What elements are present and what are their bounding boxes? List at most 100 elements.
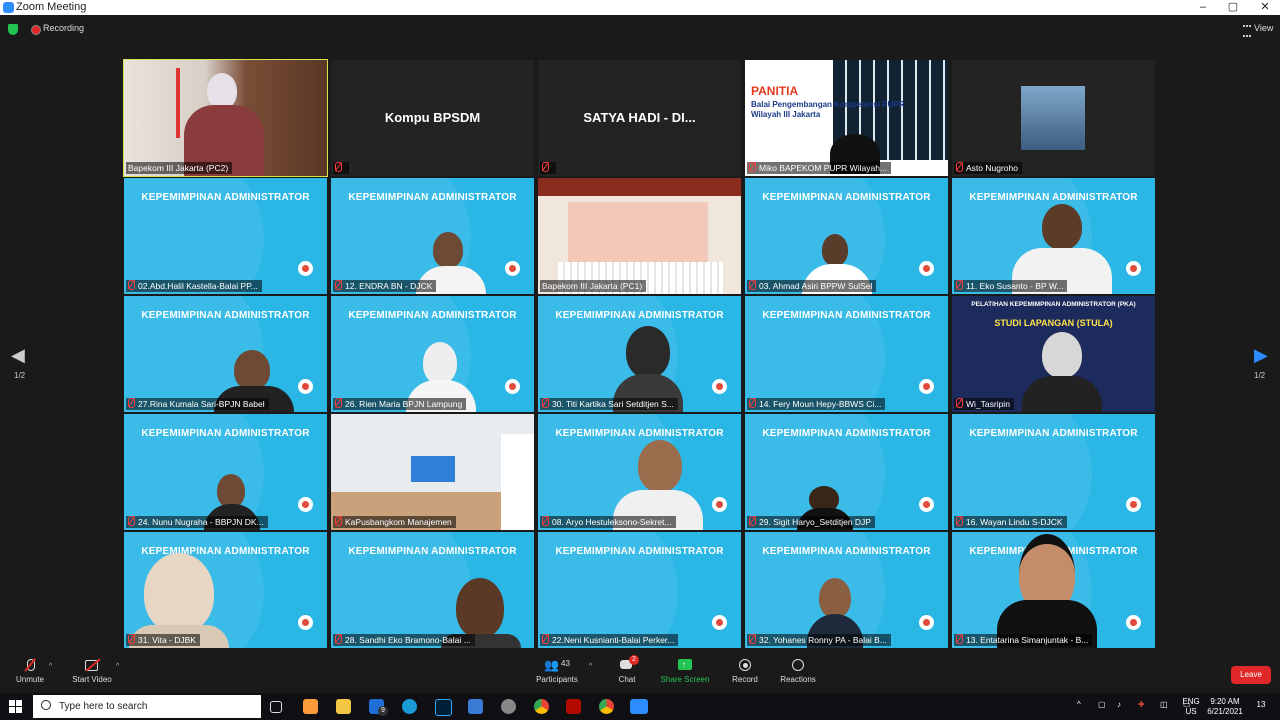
video-tile[interactable]: KEPEMIMPINAN ADMINISTRATOR 30. Titi Kart… xyxy=(538,296,741,412)
unmute-button[interactable]: Unmute xyxy=(12,658,48,684)
restore-button[interactable]: ▢ xyxy=(1218,0,1248,15)
leave-button[interactable]: Leave xyxy=(1231,666,1271,684)
next-page-arrow-icon[interactable]: ▶ xyxy=(1254,345,1268,366)
video-off-icon xyxy=(85,658,101,672)
mic-muted-icon xyxy=(956,516,963,526)
participant-name-label: 12. ENDRA BN - DJCK xyxy=(333,280,437,292)
task-view-icon[interactable] xyxy=(270,701,282,713)
virtual-background-banner: KEPEMIMPINAN ADMINISTRATOR xyxy=(141,428,310,439)
mic-muted-icon xyxy=(128,516,135,526)
volume-icon[interactable]: ♪ xyxy=(1117,700,1121,710)
slide-banner: PELATIHAN KEPEMIMPINAN ADMINISTRATOR (PK… xyxy=(971,301,1136,308)
mail-badge: 9 xyxy=(378,706,388,716)
mic-muted-icon xyxy=(749,280,756,290)
video-tile[interactable]: Kompu BPSDM xyxy=(331,60,534,176)
language-indicator[interactable]: ENG US xyxy=(1180,697,1202,717)
paint-app-icon[interactable] xyxy=(303,699,318,714)
participants-button[interactable]: 👥 43 Participants xyxy=(534,659,580,684)
virtual-background-banner: KEPEMIMPINAN ADMINISTRATOR xyxy=(141,310,310,321)
prev-page-arrow-icon[interactable]: ◀ xyxy=(11,345,25,366)
video-tile[interactable]: SATYA HADI - DI... xyxy=(538,60,741,176)
chat-button[interactable]: 2 Chat xyxy=(612,655,642,684)
page-indicator-right: 1/2 xyxy=(1254,371,1266,380)
mic-muted-icon xyxy=(542,398,549,408)
video-tile[interactable]: KEPEMIMPINAN ADMINISTRATOR 12. ENDRA BN … xyxy=(331,178,534,294)
tray-icon-1[interactable]: ▢ xyxy=(1098,700,1106,710)
mail-app-icon[interactable]: 9 xyxy=(369,699,388,716)
chrome-browser-icon[interactable] xyxy=(534,699,549,714)
video-tile[interactable]: Asto Nugroho xyxy=(952,60,1155,176)
minimize-button[interactable]: – xyxy=(1188,0,1218,15)
clock-time: 9:20 AM xyxy=(1210,697,1240,706)
virtual-background-banner: KEPEMIMPINAN ADMINISTRATOR xyxy=(555,428,724,439)
participant-name-label: 27.Rina Kumala Sari-BPJN Babel xyxy=(126,398,269,410)
video-tile[interactable]: KEPEMIMPINAN ADMINISTRATOR 27.Rina Kumal… xyxy=(124,296,327,412)
video-tile[interactable]: KEPEMIMPINAN ADMINISTRATOR 32. Yohanes R… xyxy=(745,532,948,648)
logo-icon xyxy=(919,615,934,630)
photoshop-icon[interactable] xyxy=(435,699,452,716)
video-tile[interactable]: KEPEMIMPINAN ADMINISTRATOR 22.Neni Kusni… xyxy=(538,532,741,648)
taskbar-search-box[interactable]: Type here to search xyxy=(33,695,261,718)
video-tile[interactable]: Bapekom III Jakarta (PC2) xyxy=(123,59,328,177)
recording-label: Recording xyxy=(43,23,85,33)
chrome-profile-icon[interactable] xyxy=(599,699,614,714)
edge-browser-icon[interactable] xyxy=(402,699,417,714)
app-icon[interactable] xyxy=(468,699,483,714)
video-tile[interactable]: PANITIA Balai Pengembangan Kompetensi PU… xyxy=(745,60,948,176)
participants-caret-icon[interactable]: ^ xyxy=(589,663,592,670)
virtual-background-banner: KEPEMIMPINAN ADMINISTRATOR xyxy=(762,192,931,203)
participant-name-label: Asto Nugroho xyxy=(954,162,1022,174)
slide-subtitle: Balai Pengembangan Kompetensi PUPR Wilay… xyxy=(751,100,905,119)
video-tile[interactable]: KEPEMIMPINAN ADMINISTRATOR 24. Nunu Nugr… xyxy=(124,414,327,530)
logo-icon xyxy=(298,261,313,276)
participant-name-label: Bapekom III Jakarta (PC2) xyxy=(126,162,233,174)
share-screen-button[interactable]: ↑ Share Screen xyxy=(660,659,710,684)
file-explorer-icon[interactable] xyxy=(336,699,351,714)
video-tile[interactable]: KEPEMIMPINAN ADMINISTRATOR 28. Sandhi Ek… xyxy=(331,532,534,648)
video-tile[interactable]: Bapekom III Jakarta (PC1) xyxy=(538,178,741,294)
video-tile[interactable]: KEPEMIMPINAN ADMINISTRATOR 02.Abd.Halil … xyxy=(124,178,327,294)
start-video-button[interactable]: Start Video xyxy=(70,658,114,684)
participant-name-label: 14. Fery Moun Hepy-BBWS Ci... xyxy=(747,398,886,410)
participant-name-label: 31. Vita - DJBK xyxy=(126,634,200,646)
app-icon-2[interactable] xyxy=(501,699,516,714)
slide-title: PANITIA xyxy=(751,84,799,98)
meeting-toolbar: Unmute ^ Start Video ^ 👥 43 Participants… xyxy=(0,651,1280,693)
video-tile[interactable]: KEPEMIMPINAN ADMINISTRATOR 03. Ahmad Asi… xyxy=(745,178,948,294)
participant-name-label: 29. Sigit Haryo_Setditjen DJP xyxy=(747,516,875,528)
video-tile[interactable]: KEPEMIMPINAN ADMINISTRATOR 29. Sigit Har… xyxy=(745,414,948,530)
participant-name-label: 22.Neni Kusnianti-Balai Perker... xyxy=(540,634,679,646)
tray-expand-icon[interactable]: ^ xyxy=(1077,700,1081,710)
reactions-button[interactable]: Reactions xyxy=(778,659,818,684)
view-grid-icon[interactable] xyxy=(1243,25,1251,37)
acrobat-icon[interactable] xyxy=(566,699,581,714)
windows-start-icon[interactable] xyxy=(9,700,22,713)
video-tile[interactable]: KEPEMIMPINAN ADMINISTRATOR 26. Rien Mari… xyxy=(331,296,534,412)
audio-options-caret-icon[interactable]: ^ xyxy=(49,663,52,670)
video-tile[interactable]: KEPEMIMPINAN ADMINISTRATOR 16. Wayan Lin… xyxy=(952,414,1155,530)
mic-muted-icon xyxy=(956,634,963,644)
close-button[interactable]: ✕ xyxy=(1250,0,1280,15)
video-tile[interactable]: PELATIHAN KEPEMIMPINAN ADMINISTRATOR (PK… xyxy=(952,296,1155,412)
notification-center-icon[interactable]: 13 xyxy=(1252,700,1270,710)
video-tile[interactable]: KEPEMIMPINAN ADMINISTRATOR 31. Vita - DJ… xyxy=(124,532,327,648)
window-titlebar: Zoom Meeting – ▢ ✕ xyxy=(0,0,1280,15)
tray-icon-2[interactable]: ✚ xyxy=(1138,700,1145,710)
clock[interactable]: 9:20 AM 6/21/2021 xyxy=(1203,697,1247,717)
video-tile[interactable]: KaPusbangkom Manajemen xyxy=(331,414,534,530)
video-tile[interactable]: KEPEMIMPINAN ADMINISTRATOR 13. Entatarin… xyxy=(952,532,1155,648)
record-button[interactable]: Record xyxy=(728,659,762,684)
view-button[interactable]: View xyxy=(1254,23,1273,33)
network-icon[interactable]: ◫ xyxy=(1160,700,1168,710)
video-tile[interactable]: KEPEMIMPINAN ADMINISTRATOR 11. Eko Susan… xyxy=(952,178,1155,294)
video-options-caret-icon[interactable]: ^ xyxy=(116,663,119,670)
mic-muted-icon xyxy=(956,162,963,172)
mic-muted-icon xyxy=(335,634,342,644)
logo-icon xyxy=(1126,615,1141,630)
video-tile[interactable]: KEPEMIMPINAN ADMINISTRATOR 08. Aryo Hest… xyxy=(538,414,741,530)
security-shield-icon[interactable] xyxy=(8,24,18,35)
logo-icon xyxy=(505,379,520,394)
virtual-background-banner: KEPEMIMPINAN ADMINISTRATOR xyxy=(348,192,517,203)
zoom-taskbar-icon[interactable] xyxy=(630,699,648,714)
video-tile[interactable]: KEPEMIMPINAN ADMINISTRATOR 14. Fery Moun… xyxy=(745,296,948,412)
